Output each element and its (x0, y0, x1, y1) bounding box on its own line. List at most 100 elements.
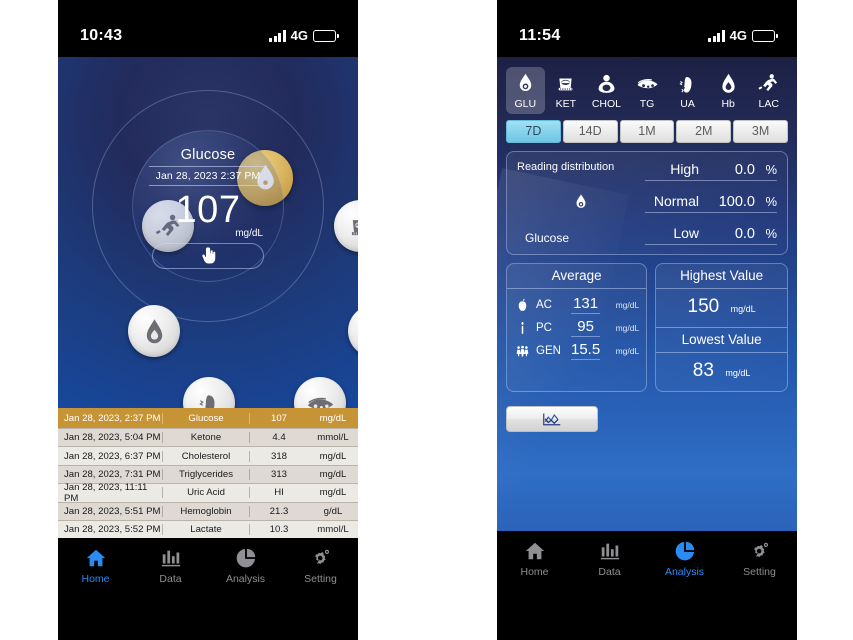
range-2m[interactable]: 2M (676, 120, 732, 143)
row-label: Normal (653, 193, 699, 209)
ketone-icon (559, 78, 573, 91)
range-1m[interactable]: 1M (619, 120, 675, 143)
row-value: 318 (270, 450, 287, 462)
row-name: Uric Acid (162, 487, 250, 499)
analyte-tab-tg[interactable]: TG (628, 67, 667, 114)
analyte-tab-lac[interactable]: LAC (749, 67, 788, 114)
analyte-label: LAC (758, 98, 779, 110)
row-label: High (670, 161, 699, 177)
table-row[interactable]: Jan 28, 2023, 2:37 PM Glucose 107 mg/dL (58, 408, 358, 428)
average-title: Average (507, 264, 647, 289)
nav-item-home[interactable]: Home (497, 540, 572, 578)
bottom-navigation: Home Data Analysis Setting (58, 538, 358, 619)
table-row[interactable]: Jan 28, 2023, 5:52 PM Lactate 10.3 mmol/… (58, 519, 358, 539)
ring-icon-cholesterol[interactable] (348, 305, 358, 357)
glucose-icon (576, 194, 586, 208)
nav-item-data[interactable]: Data (133, 547, 208, 585)
pie-chart-icon (236, 549, 255, 568)
analyte-tab-ua[interactable]: UA (668, 67, 707, 114)
row-unit: % (765, 226, 777, 241)
table-row[interactable]: Jan 28, 2023, 5:04 PM Ketone 4.4 mmol/L (58, 428, 358, 447)
table-row[interactable]: Jan 28, 2023, 7:31 PM Triglycerides 313 … (58, 464, 358, 484)
ring-icon-triglycerides[interactable] (294, 377, 346, 408)
average-label: AC (536, 298, 552, 311)
distribution-title: Reading distribution (517, 161, 615, 173)
nav-item-analysis[interactable]: Analysis (647, 540, 722, 578)
apple-icon (514, 298, 531, 312)
table-row[interactable]: Jan 28, 2023, 6:37 PM Cholesterol 318 mg… (58, 446, 358, 465)
analyte-tab-hb[interactable]: Hb (709, 67, 748, 114)
row-time: Jan 28, 2023, 2:37 PM (64, 412, 161, 424)
gear-icon (314, 550, 329, 565)
gear-icon (753, 542, 768, 558)
distribution-analyte: Glucose (525, 231, 570, 245)
lactate-icon (758, 74, 778, 92)
average-panel: Average AC 131 mg/dL PC 95 mg/dL GEN 15.… (506, 263, 648, 392)
row-value: 10.3 (269, 524, 289, 536)
divider (149, 185, 267, 186)
distribution-row-high: High 0.0 % (645, 161, 777, 181)
home-dial-area: Glucose Jan 28, 2023 2:37 PM 107 mg/dL (58, 57, 358, 408)
average-unit: mg/dL (615, 299, 640, 310)
reading-value: 107 (175, 189, 241, 231)
nav-item-analysis[interactable]: Analysis (208, 547, 283, 585)
table-row[interactable]: Jan 28, 2023, 11:11 PM Uric Acid HI mg/d… (58, 481, 358, 504)
screenshot-stage: 10:43 4G Glucose Jan 28, 2023 2:37 PM 10… (0, 0, 853, 640)
analyte-tab-bar: GLU KET CHOL TG UA Hb LAC (506, 67, 788, 114)
hemoglobin-icon (722, 73, 735, 93)
distribution-values: High 0.0 % Normal 100.0 % Low 0.0 % (645, 161, 777, 245)
analyte-label: Hb (721, 98, 735, 110)
phone-right-analysis-screen: 11:54 4G GLU KET CHOL TG UA Hb LAC 7D 14… (497, 0, 797, 640)
current-reading-dial[interactable]: Glucose Jan 28, 2023 2:37 PM 107 mg/dL (132, 130, 284, 282)
cholesterol-icon (598, 74, 615, 93)
network-label: 4G (729, 28, 747, 43)
divider (149, 166, 267, 167)
range-3m[interactable]: 3M (733, 120, 788, 143)
range-14d[interactable]: 14D (562, 120, 618, 143)
bottom-navigation: Home Data Analysis Setting (497, 531, 797, 611)
row-value: 313 (270, 468, 287, 480)
range-7d[interactable]: 7D (506, 120, 561, 143)
statistics-panels: Average AC 131 mg/dL PC 95 mg/dL GEN 15.… (506, 263, 788, 392)
analyte-tab-chol[interactable]: CHOL (587, 67, 626, 114)
ring-icon-ketone[interactable] (334, 200, 358, 252)
reading-distribution-panel: Reading distribution Glucose High 0.0 % … (506, 151, 788, 255)
start-test-button[interactable] (152, 242, 264, 269)
ring-icon-hemoglobin[interactable] (128, 305, 180, 357)
nav-item-setting[interactable]: Setting (283, 547, 358, 585)
table-row[interactable]: Jan 28, 2023, 5:51 PM Hemoglobin 21.3 g/… (58, 501, 358, 520)
fork-icon (514, 321, 531, 335)
uric-acid-icon (679, 77, 692, 93)
distribution-legend: Reading distribution Glucose (517, 161, 645, 245)
row-unit: mg/dL (319, 468, 347, 480)
analyte-tab-glu[interactable]: GLU (506, 67, 545, 114)
row-name: Triglycerides (162, 468, 250, 480)
average-row-gen: GEN 15.5 mg/dL (514, 340, 639, 362)
analyte-tab-ket[interactable]: KET (547, 67, 586, 114)
status-time: 11:54 (519, 26, 561, 44)
average-value: 131 (571, 295, 601, 314)
nav-item-home[interactable]: Home (58, 547, 133, 585)
nav-label: Analysis (225, 573, 266, 586)
row-unit: % (765, 194, 777, 209)
row-unit: mmol/L (317, 432, 349, 444)
reading-unit: mg/dL (235, 227, 263, 239)
phone-left-home-screen: 10:43 4G Glucose Jan 28, 2023 2:37 PM 10… (58, 0, 358, 640)
row-unit: mg/dL (319, 450, 347, 462)
show-chart-button[interactable] (506, 406, 598, 432)
triglycerides-icon (636, 78, 658, 89)
status-time: 10:43 (80, 26, 123, 44)
average-value: 95 (571, 318, 601, 337)
row-unit: mg/dL (319, 412, 347, 424)
nav-item-data[interactable]: Data (572, 540, 647, 578)
row-time: Jan 28, 2023, 5:52 PM (64, 524, 161, 536)
nav-label: Analysis (664, 566, 705, 578)
row-time: Jan 28, 2023, 11:11 PM (64, 481, 148, 504)
analyte-label: GLU (514, 98, 537, 110)
highest-block: 150 mg/dL (656, 289, 787, 327)
nav-item-setting[interactable]: Setting (722, 540, 797, 578)
ring-icon-uric-acid[interactable] (183, 377, 235, 408)
ketone-icon (351, 219, 358, 235)
battery-icon (313, 29, 339, 42)
readings-table[interactable]: Jan 28, 2023, 2:37 PM Glucose 107 mg/dL … (58, 408, 358, 539)
